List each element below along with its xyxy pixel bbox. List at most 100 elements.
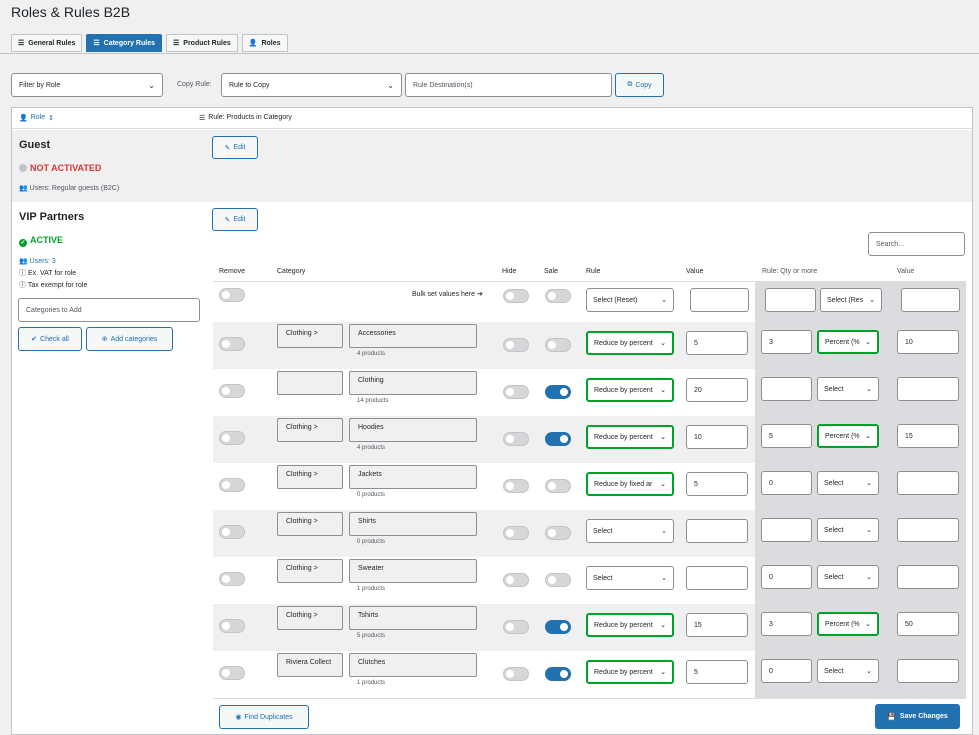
tab-roles[interactable]: 👤 Roles [241,34,288,52]
hide-toggle[interactable] [503,385,529,399]
hide-toggle[interactable] [503,620,529,634]
sale-toggle[interactable] [545,385,571,399]
qty-type-select[interactable]: Percent (% ⌄ [817,424,879,448]
value2-input[interactable] [897,565,959,589]
qty-type-select[interactable]: Select ⌄ [817,518,879,542]
rule-select[interactable]: Reduce by percent ⌄ [586,331,674,355]
remove-toggle[interactable] [219,478,245,492]
rule-select[interactable]: Select ⌄ [586,566,674,590]
value-input[interactable]: 10 [686,425,748,449]
bulk-remove-toggle[interactable] [219,288,245,302]
bulk-hide-toggle[interactable] [503,289,529,303]
sale-toggle[interactable] [545,573,571,587]
hide-toggle[interactable] [503,432,529,446]
hide-toggle[interactable] [503,573,529,587]
value2-input[interactable] [897,471,959,495]
value-input[interactable] [686,566,748,590]
rule-select[interactable]: Reduce by percent ⌄ [586,425,674,449]
role-column-sort[interactable]: 👤 Role ⇕ [19,114,54,122]
sale-toggle[interactable] [545,432,571,446]
remove-toggle[interactable] [219,384,245,398]
remove-toggle[interactable] [219,431,245,445]
value-input[interactable] [686,519,748,543]
qty-type-select[interactable]: Select ⌄ [817,377,879,401]
hide-toggle[interactable] [503,479,529,493]
qty-input[interactable]: 0 [761,471,812,495]
value-input[interactable]: 5 [686,660,748,684]
qty-input[interactable] [761,518,812,542]
edit-icon: ✎ [224,144,231,152]
remove-toggle[interactable] [219,619,245,633]
qty-type-select[interactable]: Percent (% ⌄ [817,330,879,354]
bulk-qty-type-select[interactable]: Select (Res ⌄ [820,288,882,312]
qty-input[interactable]: 0 [761,565,812,589]
remove-toggle[interactable] [219,572,245,586]
vip-users-link[interactable]: 👥 Users: 3 [19,257,56,265]
value2-input[interactable]: 50 [897,612,959,636]
users-icon: 👤 [19,115,28,122]
category-parent: Clothing > [277,606,343,630]
hide-toggle[interactable] [503,526,529,540]
rule-select[interactable]: Select ⌄ [586,519,674,543]
users-icon: 👤 [248,40,258,47]
qty-input[interactable]: 0 [761,659,812,683]
qty-type-select[interactable]: Select ⌄ [817,659,879,683]
value-input[interactable]: 20 [686,378,748,402]
bulk-sale-toggle[interactable] [545,289,571,303]
category-parent: Riviera Collect [277,653,343,677]
remove-toggle[interactable] [219,525,245,539]
value-input[interactable]: 15 [686,613,748,637]
rule-destination-input[interactable]: Rule Destination(s) [405,73,612,97]
rule-select[interactable]: Reduce by fixed ar ⌄ [586,472,674,496]
tab-general-rules[interactable]: ☰ General Rules [11,34,83,52]
bulk-rule-select[interactable]: Select (Reset) ⌄ [586,288,674,312]
bulk-value-input[interactable] [690,288,749,312]
value2-input[interactable] [897,518,959,542]
remove-toggle[interactable] [219,337,245,351]
qty-input[interactable]: 3 [761,612,812,636]
chevron-down-icon: ⌄ [660,481,666,488]
add-categories-button[interactable]: ⊕ Add categories [86,327,173,351]
hide-toggle[interactable] [503,338,529,352]
hide-toggle[interactable] [503,667,529,681]
copy-button[interactable]: ⧉ Copy [615,73,664,97]
value2-input[interactable]: 10 [897,330,959,354]
value2-input[interactable] [897,377,959,401]
rule-select[interactable]: Reduce by percent ⌄ [586,378,674,402]
qty-type-select[interactable]: Select ⌄ [817,471,879,495]
sale-toggle[interactable] [545,526,571,540]
sale-toggle[interactable] [545,338,571,352]
qty-input[interactable] [761,377,812,401]
sale-toggle[interactable] [545,620,571,634]
save-changes-button[interactable]: 💾 Save Changes [875,704,960,729]
category-parent [277,371,343,395]
value-input[interactable]: 5 [686,331,748,355]
tab-category-rules[interactable]: ☰ Category Rules [86,34,162,52]
qty-type-select[interactable]: Percent (% ⌄ [817,612,879,636]
check-all-button[interactable]: ✔ Check all [18,327,82,351]
value2-input[interactable] [897,659,959,683]
qty-input[interactable]: 5 [761,424,812,448]
find-duplicates-button[interactable]: ◉ Find Duplicates [219,705,309,729]
tab-product-rules[interactable]: ☰ Product Rules [166,34,238,52]
sliders-icon: ☰ [18,40,25,47]
bulk-qty-input[interactable] [765,288,816,312]
rule-select[interactable]: Reduce by percent ⌄ [586,660,674,684]
qty-input[interactable]: 3 [761,330,812,354]
rule-select[interactable]: Reduce by percent ⌄ [586,613,674,637]
sale-toggle[interactable] [545,479,571,493]
check-circle-icon: ✓ [19,239,27,247]
value2-input[interactable]: 15 [897,424,959,448]
categories-to-add-input[interactable]: Categories to Add [18,298,200,322]
filter-role-select[interactable]: Filter by Role ⌄ [11,73,163,97]
rule-to-copy-select[interactable]: Rule to Copy ⌄ [221,73,402,97]
qty-type-select[interactable]: Select ⌄ [817,565,879,589]
bulk-value2-input[interactable] [901,288,960,312]
value-input[interactable]: 5 [686,472,748,496]
search-input[interactable]: Search... [868,232,965,256]
remove-toggle[interactable] [219,666,245,680]
guest-role-name: Guest [19,139,51,151]
guest-edit-button[interactable]: ✎ Edit [212,136,258,159]
sale-toggle[interactable] [545,667,571,681]
vip-edit-button[interactable]: ✎ Edit [212,208,258,231]
